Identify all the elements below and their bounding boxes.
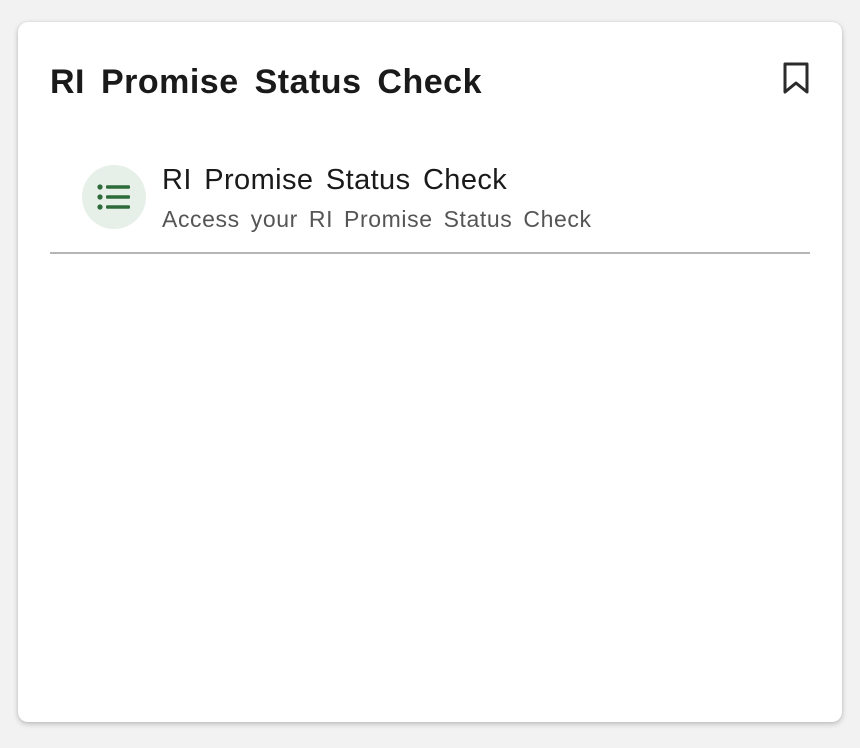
- bookmark-button[interactable]: [776, 58, 816, 98]
- list-icon-container: [82, 165, 146, 229]
- list-item-title: RI Promise Status Check: [162, 164, 508, 196]
- card-title: RI Promise Status Check: [50, 63, 482, 101]
- list-icon: [97, 184, 130, 210]
- card: RI Promise Status Check RI Promise Statu…: [18, 22, 842, 722]
- list-item-subtitle: Access your RI Promise Status Check: [162, 206, 592, 232]
- list-item[interactable]: RI Promise Status Check Access your RI P…: [50, 148, 810, 254]
- bookmark-icon: [783, 62, 809, 94]
